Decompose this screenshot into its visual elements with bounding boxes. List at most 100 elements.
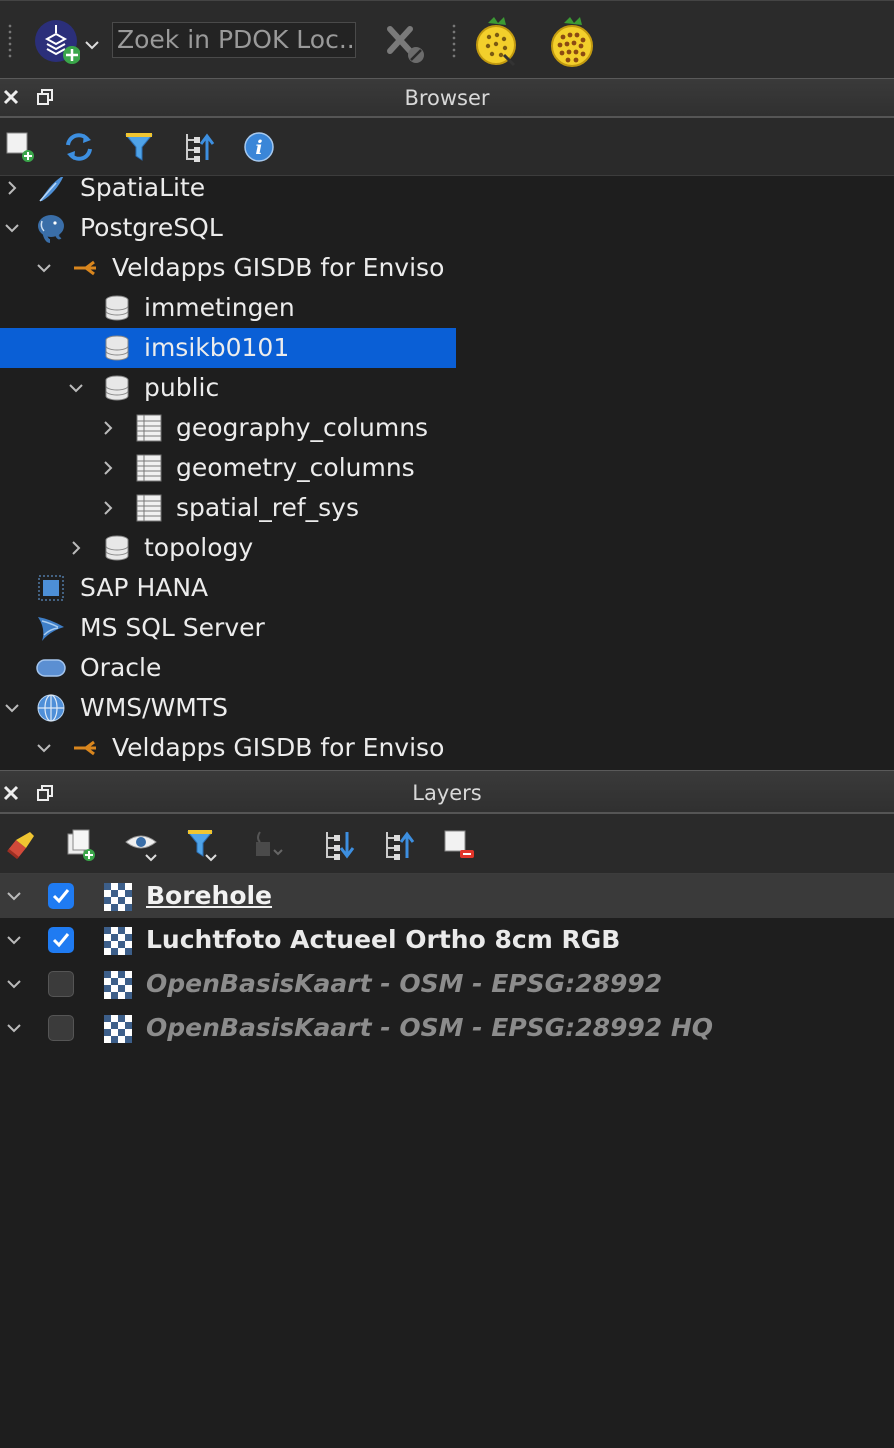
elephant-icon [38,215,64,243]
collapse-all-icon[interactable] [182,130,216,164]
tree-item-mssql[interactable]: MS SQL Server [0,608,894,648]
mssql-icon [38,617,64,641]
add-group-icon[interactable] [64,828,98,862]
chevron-right-icon[interactable] [100,500,116,516]
database-icon [105,535,129,561]
chevron-right-icon[interactable] [68,540,84,556]
checkmark-icon [52,889,70,904]
oracle-icon [36,659,66,677]
layer-visibility-checkbox[interactable] [48,883,74,909]
tree-item-label: geometry_columns [176,453,415,482]
tree-item-label: public [144,373,220,402]
tree-item-label: Oracle [80,653,162,682]
layer-row-openbasiskaart-hq[interactable]: OpenBasisKaart - OSM - EPSG:28992 HQ [0,1006,894,1050]
pdok-search-input[interactable]: Zoek in PDOK Loc... [112,22,356,58]
tree-item-schema[interactable]: public [0,368,894,408]
expression-filter-icon[interactable] [252,828,286,862]
table-icon [136,494,162,522]
chevron-down-icon[interactable] [84,39,100,51]
pin-icon[interactable] [548,15,596,67]
chevron-down-icon[interactable] [36,740,52,756]
layer-row-openbasiskaart[interactable]: OpenBasisKaart - OSM - EPSG:28992 [0,962,894,1006]
filter-legend-icon[interactable] [186,828,220,862]
tree-item-label: Veldapps GISDB for Enviso [112,733,445,762]
expand-all-icon[interactable] [322,828,356,862]
table-icon [136,414,162,442]
chevron-down-icon[interactable] [6,976,22,992]
chevron-right-icon[interactable] [4,180,20,196]
style-brush-icon[interactable] [4,828,38,862]
chevron-down-icon[interactable] [6,888,22,904]
visibility-icon[interactable] [124,828,158,862]
tree-item-label: MS SQL Server [80,613,265,642]
tree-item-sap-hana[interactable]: SAP HANA [0,568,894,608]
panel-title: Layers [412,781,482,805]
toolbar-grip[interactable] [452,23,456,59]
chevron-down-icon[interactable] [68,380,84,396]
tree-item-postgresql[interactable]: PostgreSQL [0,208,894,248]
tree-item-label: imsikb0101 [144,333,290,362]
filter-icon[interactable] [122,130,156,164]
layer-name: OpenBasisKaart - OSM - EPSG:28992 HQ [146,1013,714,1042]
raster-layer-icon [104,927,132,955]
pin-icon[interactable] [474,15,520,67]
chevron-down-icon[interactable] [36,260,52,276]
browser-tree: SpatiaLite PostgreSQL Veldapps GISDB for… [0,177,894,770]
layer-row-luchtfoto[interactable]: Luchtfoto Actueel Ortho 8cm RGB [0,918,894,962]
info-icon[interactable]: i [242,130,276,164]
remove-layer-icon[interactable] [442,828,476,862]
tree-item-connection[interactable]: Veldapps GISDB for Enviso [0,728,894,768]
add-layer-icon[interactable] [4,130,38,164]
tree-item-wms[interactable]: WMS/WMTS [0,688,894,728]
checkmark-icon [52,933,70,948]
chevron-down-icon[interactable] [6,1020,22,1036]
raster-layer-icon [104,1015,132,1043]
chevron-right-icon[interactable] [100,460,116,476]
tree-item-schema[interactable]: immetingen [0,288,894,328]
panel-title: Browser [404,86,490,110]
browser-toolbar: i [0,118,894,176]
tree-item-table[interactable]: geometry_columns [0,448,894,488]
tree-item-schema-selected[interactable]: imsikb0101 [0,328,894,368]
tree-item-label: SpatiaLite [80,177,206,202]
layer-visibility-checkbox[interactable] [48,971,74,997]
tree-item-label: Veldapps GISDB for Enviso [112,253,445,282]
collapse-all-icon[interactable] [382,828,416,862]
table-icon [136,454,162,482]
layer-visibility-checkbox[interactable] [48,927,74,953]
chevron-down-icon[interactable] [4,220,20,236]
tree-item-label: spatial_ref_sys [176,493,359,522]
tree-item-table[interactable]: geography_columns [0,408,894,448]
browser-panel-header: Browser [0,78,894,118]
connection-icon [74,740,96,756]
tree-item-label: WMS/WMTS [80,693,229,722]
tree-item-schema[interactable]: topology [0,528,894,568]
layer-name: Borehole [146,881,273,910]
clear-search-icon[interactable] [384,23,426,65]
raster-layer-icon [104,971,132,999]
chevron-down-icon[interactable] [6,932,22,948]
tree-item-label: PostgreSQL [80,213,223,242]
refresh-icon[interactable] [62,130,96,164]
tree-item-label: geography_columns [176,413,429,442]
feather-icon [39,177,64,202]
tree-item-table[interactable]: spatial_ref_sys [0,488,894,528]
database-icon [105,375,129,401]
pdok-locator-icon[interactable] [34,19,80,65]
tree-item-oracle[interactable]: Oracle [0,648,894,688]
tree-item-label: SAP HANA [80,573,209,602]
tree-item-connection[interactable]: Veldapps GISDB for Enviso [0,248,894,288]
chevron-down-icon[interactable] [4,700,20,716]
layers-toolbar [0,814,894,874]
chevron-right-icon[interactable] [100,420,116,436]
toolbar-grip[interactable] [8,23,12,59]
tree-item-label: immetingen [144,293,295,322]
layer-row-borehole[interactable]: Borehole [0,874,894,918]
globe-icon [37,694,65,722]
tree-item-spatialite[interactable]: SpatiaLite [0,177,894,208]
layers-tree: Borehole Luchtfoto Actueel Ortho 8cm RGB… [0,874,894,1448]
raster-layer-icon [104,883,132,911]
layer-visibility-checkbox[interactable] [48,1015,74,1041]
tree-item-label: topology [144,533,254,562]
plugin-toolbar: Zoek in PDOK Loc... [0,0,894,81]
